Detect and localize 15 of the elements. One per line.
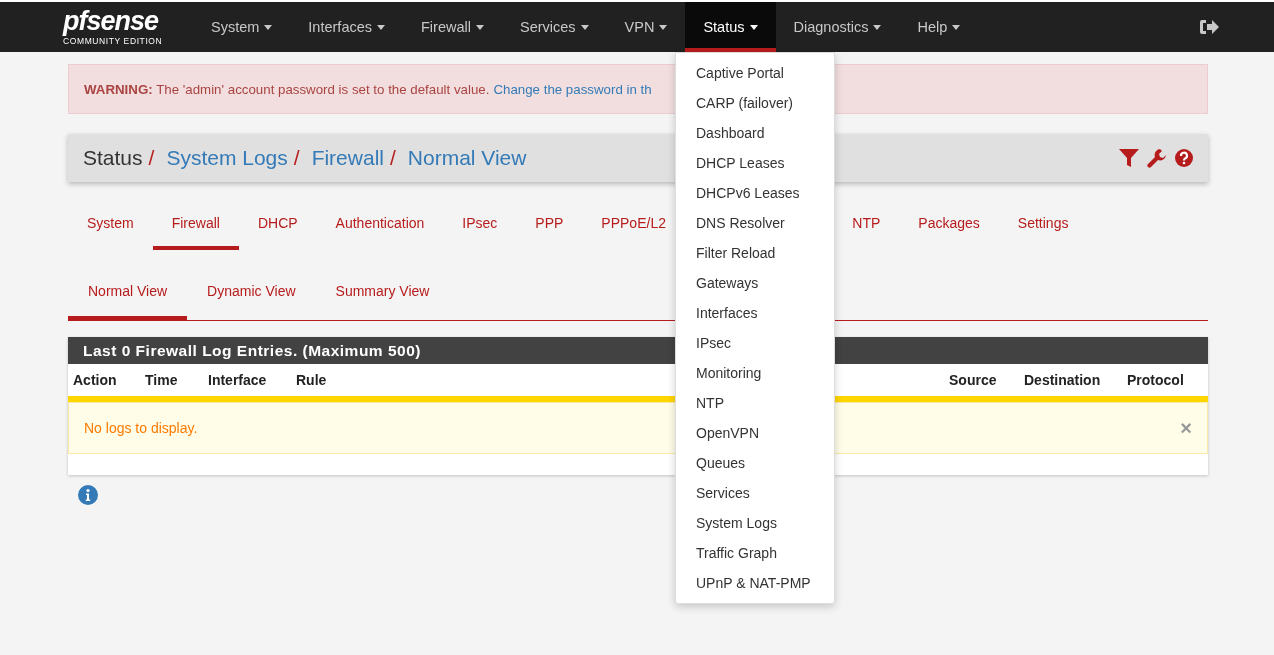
empty-message: No logs to display. <box>84 420 198 436</box>
column-header: Action <box>73 372 117 388</box>
column-header: Source <box>949 372 997 388</box>
column-header: Rule <box>296 372 327 388</box>
logo-wordmark: pfsense <box>63 8 160 36</box>
column-header: Destination <box>1024 372 1101 388</box>
breadcrumb-separator: / <box>389 146 396 170</box>
column-header: Protocol <box>1127 372 1184 388</box>
logo-subtitle: COMMUNITY EDITION <box>63 37 164 46</box>
warning-text: WARNING: The 'admin' account password is set to the default value. <box>84 81 490 97</box>
breadcrumb-separator: / <box>293 146 300 170</box>
column-header: Time <box>145 372 178 388</box>
column-header: Interface <box>208 372 267 388</box>
breadcrumb-separator: / <box>148 146 155 170</box>
breadcrumb-text: Status <box>83 146 143 170</box>
